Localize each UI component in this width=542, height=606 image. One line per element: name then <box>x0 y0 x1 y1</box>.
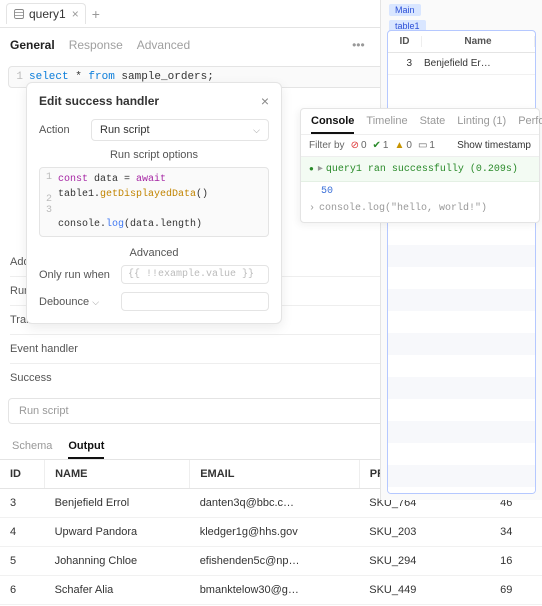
only-run-input[interactable]: {{ !!example.value }} <box>121 265 269 284</box>
options-heading: Run script options <box>39 149 269 161</box>
embed-col-name[interactable]: Name <box>422 36 535 47</box>
script-code: const data = await table1.getDisplayedDa… <box>58 172 208 232</box>
tab-advanced[interactable]: Advanced <box>137 38 190 52</box>
query-tab[interactable]: query1 × <box>6 3 86 24</box>
tab-schema[interactable]: Schema <box>12 440 52 459</box>
console-value: 50 <box>301 182 539 199</box>
error-filter[interactable]: ⊘0 <box>351 140 367 151</box>
tab-timeline[interactable]: Timeline <box>366 115 407 134</box>
chevron-down-icon: ⌵ <box>92 297 99 307</box>
chevron-down-icon: ⌵ <box>253 125 260 136</box>
close-icon[interactable]: × <box>261 93 269 109</box>
table-row[interactable]: 4Upward Pandorakledger1g@hhs.govSKU_2033… <box>0 518 542 547</box>
success-handler-panel: Edit success handler × Action Run script… <box>26 82 282 324</box>
col-id[interactable]: ID <box>0 460 45 489</box>
tab-linting[interactable]: Linting (1) <box>457 115 506 134</box>
debounce-input[interactable] <box>121 292 269 311</box>
close-icon[interactable]: × <box>72 7 79 21</box>
console-log-line: console.log("hello, world!") <box>301 199 539 222</box>
action-select[interactable]: Run script ⌵ <box>91 119 269 141</box>
table-row[interactable]: 5Johanning Chloeefishenden5c@np…SKU_2941… <box>0 547 542 576</box>
add-tab-button[interactable]: + <box>92 6 100 22</box>
console-panel: Console Timeline State Linting (1) Perfo… <box>300 108 540 223</box>
action-label: Action <box>39 124 91 136</box>
tab-console[interactable]: Console <box>311 115 354 134</box>
col-email[interactable]: EMAIL <box>190 460 360 489</box>
tab-general[interactable]: General <box>10 38 55 52</box>
table-component[interactable]: ID Name 3 Benjefield Er… <box>387 30 536 494</box>
main-frame-tag[interactable]: Main <box>389 4 421 16</box>
success-filter[interactable]: ✔1 <box>373 140 389 151</box>
tab-state[interactable]: State <box>420 115 446 134</box>
query-tab-label: query1 <box>29 7 66 21</box>
canvas-pane: Main table1 ID Name 3 Benjefield Er… <box>380 0 542 500</box>
line-number: 1 <box>15 71 29 83</box>
info-filter[interactable]: ▭1 <box>418 140 435 151</box>
embed-col-id[interactable]: ID <box>388 36 422 47</box>
script-editor[interactable]: 1 2 3 const data = await table1.getDispl… <box>39 167 269 237</box>
embed-row[interactable]: 3 Benjefield Er… <box>388 53 535 75</box>
panel-title: Edit success handler <box>39 94 159 108</box>
advanced-heading: Advanced <box>39 247 269 259</box>
only-run-label: Only run when <box>39 269 121 281</box>
action-value: Run script <box>100 124 150 136</box>
show-timestamps-toggle[interactable]: Show timestamp <box>441 140 531 151</box>
tab-response[interactable]: Response <box>69 38 123 52</box>
console-success-message[interactable]: ▸query1 ran successfully (0.209s) <box>301 157 539 182</box>
tab-output[interactable]: Output <box>68 440 104 459</box>
more-icon[interactable]: ••• <box>348 36 369 54</box>
database-icon <box>13 8 25 20</box>
warn-filter[interactable]: ▲0 <box>394 140 411 151</box>
filter-label: Filter by <box>309 140 345 151</box>
col-name[interactable]: NAME <box>45 460 190 489</box>
tab-performance[interactable]: Performance <box>518 115 542 134</box>
debounce-label: Debounce ⌵ <box>39 296 121 308</box>
table-row[interactable]: 6Schafer Aliabmanktelow30@g…SKU_44969 <box>0 576 542 605</box>
